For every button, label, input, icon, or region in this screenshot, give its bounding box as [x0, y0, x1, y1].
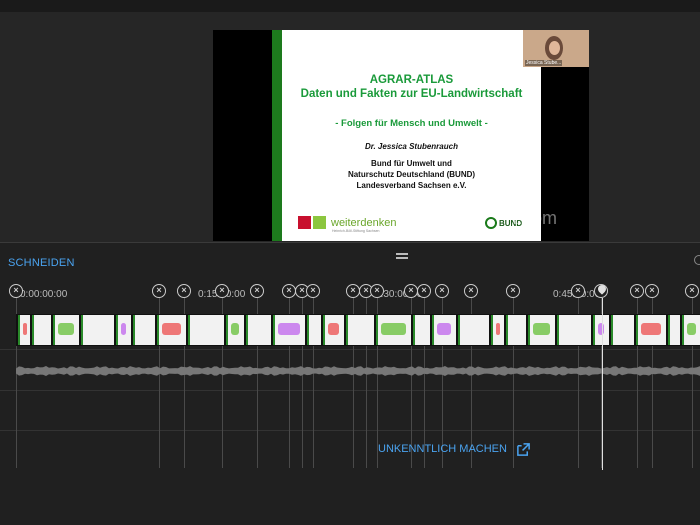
- thumbnail-content: [58, 323, 74, 335]
- thumbnail-content: [641, 323, 661, 335]
- video-thumbnail: [18, 315, 30, 345]
- video-thumbnail: [53, 315, 79, 345]
- close-circle-icon[interactable]: ×: [506, 284, 520, 298]
- participant-face: [549, 41, 560, 55]
- video-thumbnail: [157, 315, 186, 345]
- video-thumbnail: [528, 315, 555, 345]
- close-circle-icon[interactable]: ×: [464, 284, 478, 298]
- close-circle-icon[interactable]: ×: [630, 284, 644, 298]
- track-separator: [0, 430, 700, 431]
- slide-author: Dr. Jessica Stubenrauch: [365, 142, 458, 151]
- video-thumbnail: [116, 315, 131, 345]
- external-link-icon[interactable]: [516, 442, 531, 457]
- slide-organization: Bund für Umwelt und Naturschutz Deutschl…: [282, 158, 541, 191]
- video-thumbnail: [81, 315, 114, 345]
- participant-webcam: Jessica Stube...: [523, 30, 589, 67]
- thumbnail-content: [231, 323, 239, 335]
- close-circle-icon[interactable]: ×: [346, 284, 360, 298]
- video-thumbnail: [133, 315, 155, 345]
- thumbnail-content: [381, 323, 406, 335]
- video-thumbnail: [307, 315, 321, 345]
- video-thumbnail: [246, 315, 271, 345]
- close-circle-icon[interactable]: ×: [404, 284, 418, 298]
- thumbnail-content: [598, 323, 604, 335]
- slide-green-bar: [272, 30, 282, 241]
- video-thumbnail: [611, 315, 634, 345]
- video-thumbnail: [323, 315, 344, 345]
- zoom-watermark: zoom: [513, 208, 558, 228]
- close-circle-icon[interactable]: ×: [417, 284, 431, 298]
- participant-name: Jessica Stube...: [525, 60, 563, 66]
- track-separator: [0, 390, 700, 391]
- slide-subtitle: - Folgen für Mensch und Umwelt -: [335, 118, 488, 129]
- close-circle-icon[interactable]: ×: [435, 284, 449, 298]
- video-thumbnail: [376, 315, 411, 345]
- presentation-slide: AGRAR-ATLAS Daten und Fakten zur EU-Land…: [272, 30, 541, 241]
- video-thumbnail: [226, 315, 244, 345]
- settings-circle-icon[interactable]: [694, 255, 700, 265]
- top-bar: [0, 0, 700, 12]
- close-circle-icon[interactable]: ×: [685, 284, 699, 298]
- video-thumbnail: [593, 315, 609, 345]
- close-circle-icon[interactable]: ×: [306, 284, 320, 298]
- close-circle-icon[interactable]: ×: [215, 284, 229, 298]
- slide-org-line2: Naturschutz Deutschland (BUND): [347, 170, 476, 179]
- slide-title: AGRAR-ATLAS: [369, 74, 454, 86]
- thumbnail-content: [687, 323, 696, 335]
- playhead[interactable]: [602, 298, 603, 470]
- slide-org-line3: Landesverband Sachsen e.V.: [356, 181, 467, 190]
- thumbnail-content: [328, 323, 339, 335]
- video-thumbnail-track[interactable]: [16, 314, 700, 346]
- weiterdenken-logo-text: weiterdenken: [331, 216, 397, 229]
- thumbnail-content: [121, 323, 126, 335]
- close-circle-icon[interactable]: ×: [250, 284, 264, 298]
- video-thumbnail: [32, 315, 51, 345]
- close-circle-icon[interactable]: ×: [9, 284, 23, 298]
- video-thumbnail: [346, 315, 374, 345]
- slide-title-line2: Daten und Fakten zur EU-Landwirtschaft: [300, 88, 523, 100]
- video-thumbnail: [432, 315, 456, 345]
- audio-waveform[interactable]: [16, 356, 700, 386]
- thumbnail-content: [23, 323, 27, 335]
- bund-logo-icon: [485, 217, 497, 229]
- slide-org-line1: Bund für Umwelt und: [371, 159, 452, 168]
- weiterdenken-logo: weiterdenken: [298, 216, 396, 229]
- close-circle-icon[interactable]: ×: [282, 284, 296, 298]
- close-circle-icon[interactable]: ×: [571, 284, 585, 298]
- video-preview[interactable]: AGRAR-ATLAS Daten und Fakten zur EU-Land…: [213, 30, 589, 241]
- close-circle-icon[interactable]: ×: [370, 284, 384, 298]
- video-thumbnail: [188, 315, 224, 345]
- drag-handle-icon[interactable]: [396, 253, 408, 259]
- thumbnail-content: [278, 323, 300, 335]
- time-label: 0:00:00:00: [20, 289, 68, 300]
- thumbnail-content: [533, 323, 550, 335]
- video-thumbnail: [557, 315, 591, 345]
- close-circle-icon[interactable]: ×: [645, 284, 659, 298]
- video-thumbnail: [491, 315, 504, 345]
- blur-button[interactable]: UNKENNTLICH MACHEN: [378, 443, 507, 455]
- video-thumbnail: [682, 315, 700, 345]
- video-thumbnail: [273, 315, 305, 345]
- cut-tab[interactable]: SCHNEIDEN: [8, 257, 75, 269]
- video-thumbnail: [668, 315, 680, 345]
- thumbnail-content: [496, 323, 500, 335]
- thumbnail-content: [162, 323, 181, 335]
- track-separator: [0, 349, 700, 350]
- video-thumbnail: [413, 315, 430, 345]
- close-circle-icon[interactable]: ×: [152, 284, 166, 298]
- video-thumbnail: [636, 315, 666, 345]
- close-circle-icon[interactable]: ×: [177, 284, 191, 298]
- video-thumbnail: [458, 315, 489, 345]
- video-thumbnail: [506, 315, 526, 345]
- thumbnail-content: [437, 323, 451, 335]
- weiterdenken-logo-subtext: Heinrich-Böll-Stiftung Sachsen: [332, 229, 380, 233]
